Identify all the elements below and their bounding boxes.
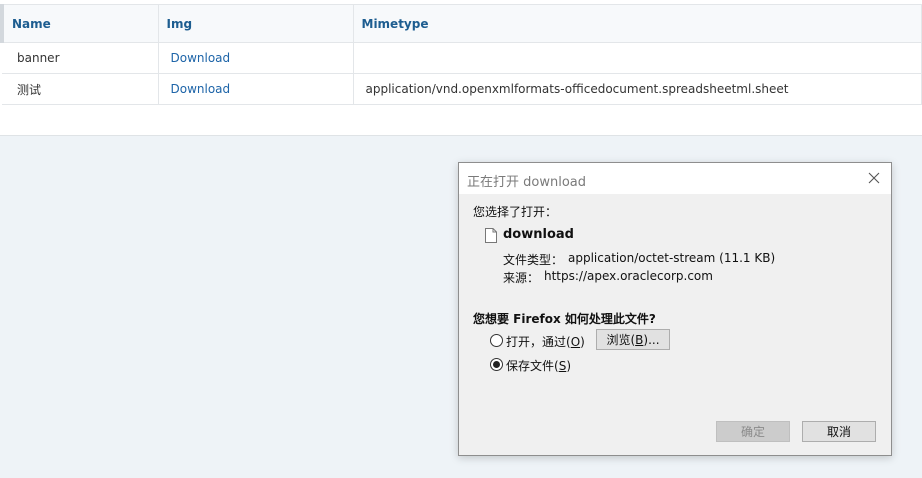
file-type-label: 文件类型：	[503, 253, 564, 267]
open-with-radio[interactable]	[490, 334, 503, 347]
source-value: https://apex.oraclecorp.com	[544, 269, 713, 283]
intro-text: 您选择了打开：	[473, 205, 558, 219]
table-row: 测试 Download application/vnd.openxmlforma…	[2, 73, 922, 105]
download-link[interactable]: Download	[171, 82, 231, 96]
download-dialog: 正在打开 download 您选择了打开： download 文件类型： app…	[458, 162, 892, 456]
cell-img: Download	[158, 73, 354, 105]
column-header-name[interactable]: Name	[0, 4, 159, 43]
cell-img: Download	[158, 42, 354, 74]
table-row: banner Download	[2, 42, 922, 74]
download-link[interactable]: Download	[171, 51, 231, 65]
report-region: Name Img Mimetype banner Download 测试 Dow…	[0, 0, 922, 136]
cell-mimetype	[353, 42, 922, 74]
file-icon	[485, 228, 497, 246]
cell-mimetype: application/vnd.openxmlformats-officedoc…	[353, 73, 922, 105]
column-header-mimetype[interactable]: Mimetype	[353, 4, 922, 43]
dialog-title: 正在打开 download	[467, 175, 586, 190]
column-header-img[interactable]: Img	[158, 4, 354, 43]
browse-button[interactable]: 浏览(B)...	[596, 329, 670, 350]
report-table: Name Img Mimetype banner Download 测试 Dow…	[0, 4, 922, 105]
save-file-radio[interactable]	[490, 358, 503, 371]
open-with-label[interactable]: 打开，通过(O)	[506, 333, 585, 350]
source-label: 来源：	[503, 271, 540, 285]
ok-button[interactable]: 确定	[716, 421, 790, 442]
dialog-titlebar: 正在打开 download	[459, 163, 891, 194]
save-file-label[interactable]: 保存文件(S)	[506, 357, 571, 374]
cell-name: banner	[2, 42, 159, 74]
table-header-row: Name Img Mimetype	[0, 4, 922, 43]
file-name: download	[503, 227, 574, 242]
handling-question: 您想要 Firefox 如何处理此文件?	[473, 312, 656, 326]
close-icon[interactable]	[863, 168, 885, 188]
cell-name: 测试	[2, 73, 159, 105]
cancel-button[interactable]: 取消	[802, 421, 876, 442]
file-type-value: application/octet-stream (11.1 KB)	[568, 251, 776, 265]
